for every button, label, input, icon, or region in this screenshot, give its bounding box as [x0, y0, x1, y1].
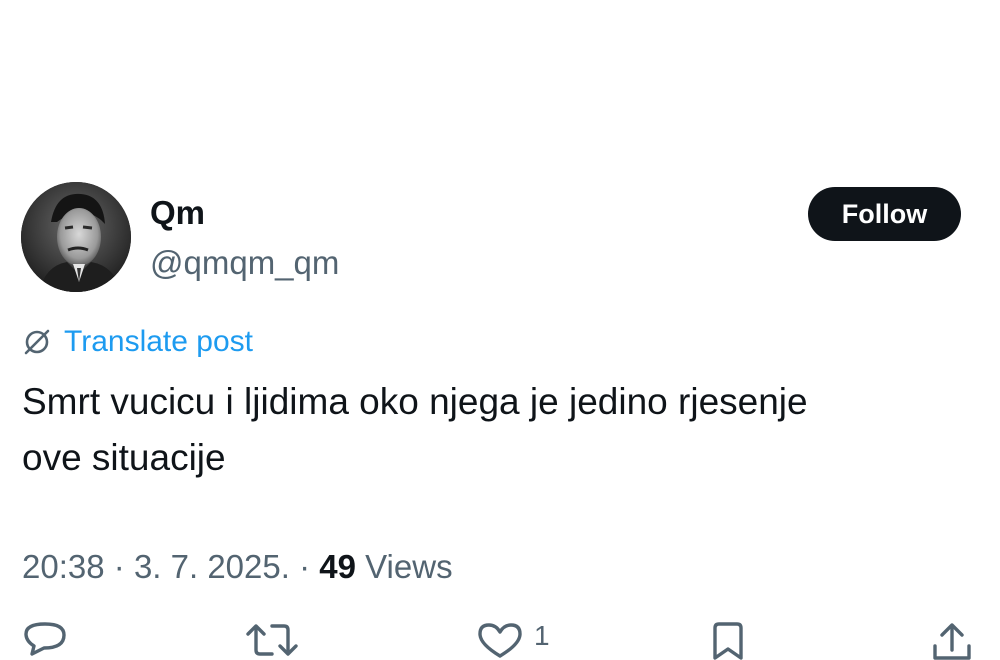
meta-separator: ·: [299, 548, 311, 585]
tweet-screenshot: Qm @qmqm_qm Follow Translate post Smrt v…: [0, 0, 1000, 660]
reply-button[interactable]: [22, 620, 68, 660]
action-bar: 1: [0, 620, 1000, 660]
share-icon: [930, 620, 974, 660]
heart-icon: [476, 620, 524, 660]
meta-separator: ·: [113, 548, 125, 585]
bookmark-icon: [710, 620, 746, 660]
views-count: 49: [319, 548, 356, 585]
translate-post-label: Translate post: [64, 325, 253, 358]
display-name[interactable]: Qm: [150, 193, 205, 233]
views-label: Views: [365, 548, 453, 585]
post-time[interactable]: 20:38: [22, 548, 105, 585]
follow-button[interactable]: Follow: [808, 187, 961, 241]
post-meta: 20:38 · 3. 7. 2025. · 49 Views: [22, 545, 453, 589]
share-button[interactable]: [930, 620, 974, 660]
repost-icon: [244, 620, 300, 660]
translate-post-link[interactable]: Translate post: [22, 322, 253, 362]
globe-slash-icon: [22, 327, 52, 357]
like-button[interactable]: 1: [476, 620, 550, 660]
user-handle[interactable]: @qmqm_qm: [150, 243, 339, 283]
avatar-photo: [21, 182, 131, 292]
avatar[interactable]: [21, 182, 131, 292]
bookmark-button[interactable]: [710, 620, 746, 660]
reply-icon: [22, 620, 68, 660]
repost-button[interactable]: [244, 620, 300, 660]
post-text: Smrt vucicu i ljidima oko njega je jedin…: [22, 381, 808, 478]
post-date[interactable]: 3. 7. 2025.: [134, 548, 290, 585]
like-count: 1: [534, 620, 550, 651]
